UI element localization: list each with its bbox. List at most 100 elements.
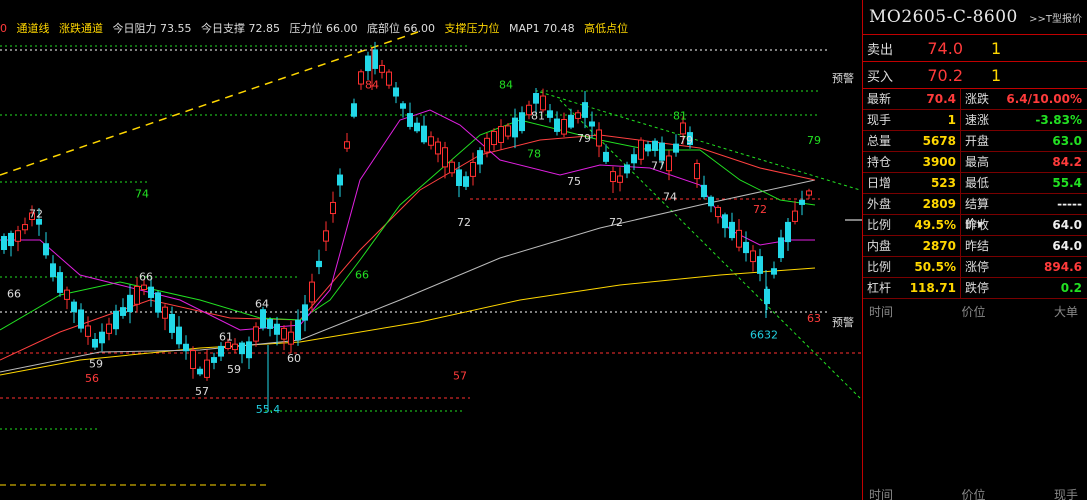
info-item-pressure-level: 压力位 66.00	[289, 22, 358, 35]
candle-body	[183, 343, 189, 352]
candle-body	[722, 214, 728, 229]
quote-key2-9: 跌停	[961, 278, 999, 299]
price-label: 66	[355, 268, 369, 281]
quote-panel: MO2605-C-8600 >>T型报价 卖出 74.0 1 买入 70.2 1…	[862, 0, 1087, 500]
price-label: 81	[673, 110, 687, 123]
info-item-rise-fall-channel[interactable]: 涨跌通道	[59, 22, 103, 35]
quote-key2-7: 昨结	[961, 236, 999, 257]
candle-body	[484, 137, 490, 153]
quote-value2-2: 63.0	[999, 131, 1087, 152]
price-label: 84	[365, 78, 379, 91]
candle-body	[421, 125, 427, 143]
candle-body	[764, 288, 770, 304]
candle-body	[113, 310, 119, 330]
candle-body	[78, 309, 84, 329]
candle-body	[533, 93, 539, 104]
candle-body	[428, 136, 434, 146]
candle-body	[393, 87, 399, 97]
candle-body	[22, 224, 28, 231]
price-label: 72	[29, 207, 43, 220]
bid-row[interactable]: 买入 70.2 1	[863, 62, 1087, 89]
contract-code[interactable]: MO2605-C-8600	[869, 7, 1018, 27]
candle-body	[624, 164, 630, 174]
candle-body	[246, 341, 252, 359]
price-label: 72	[609, 216, 623, 229]
info-item-support-pressure[interactable]: 支撑压力位	[445, 22, 500, 35]
candle-body	[134, 286, 140, 305]
ma-red	[0, 134, 816, 361]
candle-body	[351, 103, 357, 117]
ask-row[interactable]: 卖出 74.0 1	[863, 35, 1087, 62]
candle-body	[64, 289, 70, 300]
quote-value-7: 2870	[899, 236, 961, 257]
candle-body	[92, 338, 98, 348]
candle-body	[617, 175, 623, 183]
quote-value2-6: 64.0	[999, 215, 1087, 236]
quote-value-3: 3900	[899, 152, 961, 173]
price-label: 79	[807, 134, 821, 147]
tick2-header-time: 时间	[869, 488, 894, 500]
info-item-high-low-points[interactable]: 高低点位	[584, 22, 628, 35]
quote-value-5: 2809	[899, 194, 961, 215]
candle-body	[288, 331, 294, 345]
quote-value2-0: 6.4/10.00%	[999, 89, 1087, 110]
quote-value2-4: 55.4	[999, 173, 1087, 194]
price-label: 63	[807, 312, 821, 325]
candle-body	[260, 309, 266, 329]
candle-body	[645, 144, 651, 152]
candle-body	[190, 350, 196, 369]
candle-body	[512, 117, 518, 138]
price-label: 79	[577, 132, 591, 145]
quote-key2-5: 结算价▾	[961, 194, 999, 231]
candle-body	[358, 71, 364, 85]
candle-body	[435, 141, 441, 155]
candlestick-chart[interactable]: 84 84 72 66 66 66 74 64 61 59 59 60 57 55.4 56 57 81 81 79…	[0, 0, 862, 500]
quote-key-7: 内盘	[863, 236, 899, 257]
candle-body	[267, 319, 273, 329]
candle-body	[715, 206, 721, 218]
candle-body	[211, 357, 217, 363]
price-label: 56	[85, 372, 99, 385]
candle-body	[470, 161, 476, 177]
quote-key-2: 总量	[863, 131, 899, 152]
candle-body	[57, 272, 63, 293]
candle-body	[239, 342, 245, 355]
quote-key2-1: 速涨	[961, 110, 999, 131]
candle-body	[540, 95, 546, 111]
ask-volume: 1	[991, 38, 1002, 58]
price-label: 72	[457, 216, 471, 229]
candle-body	[673, 143, 679, 153]
info-item-today-support: 今日支撑 72.85	[201, 22, 280, 35]
candle-body	[274, 323, 280, 335]
candle-body	[295, 319, 301, 341]
info-item-channel-line[interactable]: 通道线	[17, 22, 50, 35]
tick-header-time: 时间	[869, 305, 894, 319]
quote-value2-8: 894.6	[999, 257, 1087, 278]
candle-body	[701, 184, 707, 198]
candle-body	[309, 281, 315, 303]
candle-body	[386, 71, 392, 86]
price-label: 75	[567, 175, 581, 188]
quote-key-4: 日增	[863, 173, 899, 194]
price-label: 61	[219, 331, 233, 344]
t-quote-button[interactable]: >>T型报价	[1029, 10, 1082, 25]
quote-key-6: 比例	[863, 215, 899, 236]
candle-body	[554, 118, 560, 132]
candle-body	[330, 201, 336, 215]
candle-body	[232, 343, 238, 351]
tick-list-header-2: 时间 价位 现手	[863, 486, 1087, 500]
quote-value2-9: 0.2	[999, 278, 1087, 299]
quote-value-9: 118.71	[899, 278, 961, 299]
quote-key-9: 杠杆	[863, 278, 899, 299]
candle-body	[8, 232, 14, 247]
warning-marker: 预警	[832, 315, 854, 329]
candle-body	[127, 294, 133, 313]
quote-key-8: 比例	[863, 257, 899, 278]
candle-body	[757, 256, 763, 274]
candle-body	[582, 102, 588, 118]
quote-value2-3: 84.2	[999, 152, 1087, 173]
quote-grid: 最新 70.4 涨跌 6.4/10.00% 现手 1 速涨 -3.83% 总量 5678 开盘 63.…	[863, 89, 1087, 299]
candle-body	[15, 230, 21, 242]
candle-body	[253, 326, 259, 342]
candle-body	[666, 155, 672, 172]
